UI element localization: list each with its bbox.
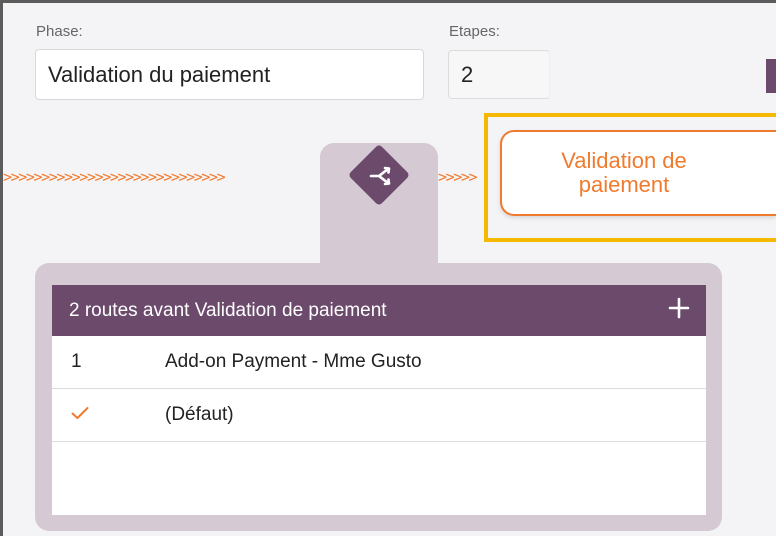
branch-split-icon (369, 166, 391, 186)
etapes-value: 2 (461, 61, 474, 87)
step-node-label: Validation de paiement (539, 149, 709, 197)
route-name: Add-on Payment - Mme Gusto (165, 351, 422, 372)
phase-label: Phase: (36, 23, 83, 40)
step-node-validation-paiement[interactable]: Validation de paiement (500, 130, 776, 216)
window-border-top (0, 0, 776, 3)
phase-input-value: Validation du paiement (48, 61, 271, 87)
route-row-default[interactable]: (Défaut) (52, 389, 706, 442)
step-node-label-line2: paiement (578, 172, 670, 197)
routes-table: 2 routes avant Validation de paiement 1 … (52, 285, 706, 515)
flow-connector-left: >>>>>>>>>>>>>>>>>>>>>>>>>>>>> (3, 168, 226, 186)
step-node-label-line1: Validation de (561, 148, 687, 173)
routes-title: 2 routes avant Validation de paiement (69, 299, 387, 321)
route-index: 1 (71, 351, 82, 372)
window-border-left (0, 0, 3, 536)
phase-input[interactable]: Validation du paiement (35, 49, 424, 100)
route-row[interactable]: 1 Add-on Payment - Mme Gusto (52, 336, 706, 389)
etapes-stepper[interactable]: 2 (448, 50, 550, 99)
routes-table-header: 2 routes avant Validation de paiement (52, 285, 706, 336)
toolbar-button-edge[interactable] (766, 59, 776, 93)
route-name: (Défaut) (165, 404, 234, 425)
etapes-label: Etapes: (449, 23, 500, 40)
route-default-indicator (52, 404, 165, 426)
checkmark-icon (71, 407, 89, 419)
plus-icon[interactable] (668, 297, 690, 319)
